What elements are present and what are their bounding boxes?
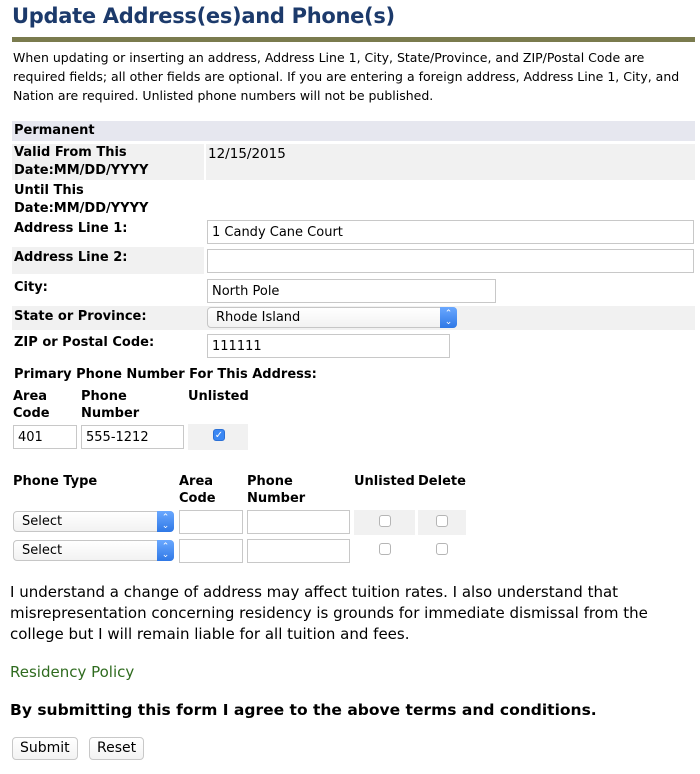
- valid-from-value: 12/15/2015: [208, 146, 286, 162]
- city-label: City:: [14, 280, 48, 295]
- address-line2-input[interactable]: [207, 249, 694, 273]
- other-phone-number-header: Phone Number: [247, 474, 306, 506]
- unlisted-header: Unlisted: [188, 389, 249, 404]
- valid-from-label: Valid From This Date:MM/DD/YYYY: [12, 144, 204, 180]
- phone-type-select-1[interactable]: Select ⌃ ⌄: [13, 511, 174, 532]
- area-code-input-1[interactable]: [179, 510, 243, 534]
- title-divider: [12, 37, 695, 42]
- page-title: Update Address(es)and Phone(s): [12, 4, 395, 28]
- instructions-text: When updating or inserting an address, A…: [13, 50, 680, 103]
- phone-number-header: Phone Number: [81, 389, 140, 421]
- updown-chevron-icon: ⌃ ⌄: [440, 307, 457, 328]
- phone-number-input-2[interactable]: [247, 539, 350, 563]
- primary-area-code-input[interactable]: [13, 425, 77, 449]
- phone-type-header: Phone Type: [13, 474, 98, 489]
- area-code-input-2[interactable]: [179, 539, 243, 563]
- updown-chevron-icon: ⌃ ⌄: [157, 511, 174, 532]
- zip-label: ZIP or Postal Code:: [14, 335, 155, 350]
- city-input[interactable]: [207, 279, 496, 303]
- delete-checkbox-1[interactable]: [436, 515, 448, 527]
- updown-chevron-icon: ⌃ ⌄: [157, 540, 174, 561]
- other-area-code-header: Area Code: [179, 474, 216, 506]
- residency-policy-link[interactable]: Residency Policy: [10, 663, 134, 681]
- agreement-text: By submitting this form I agree to the a…: [10, 701, 597, 719]
- delete-header: Delete: [418, 474, 466, 489]
- zip-input[interactable]: [207, 334, 450, 358]
- state-label: State or Province:: [14, 309, 147, 324]
- primary-phone-heading: Primary Phone Number For This Address:: [14, 367, 317, 382]
- area-code-header: Area Code: [13, 389, 50, 421]
- phone-type-select-2[interactable]: Select ⌃ ⌄: [13, 540, 174, 561]
- unlisted-checkbox-1[interactable]: [379, 515, 391, 527]
- primary-unlisted-checkbox[interactable]: ✓: [213, 429, 225, 441]
- state-select[interactable]: Rhode Island ⌃ ⌄: [207, 307, 457, 328]
- delete-checkbox-2[interactable]: [436, 543, 448, 555]
- checkmark-icon: ✓: [214, 430, 224, 441]
- submit-button[interactable]: Submit: [12, 737, 78, 760]
- other-unlisted-header: Unlisted: [354, 474, 415, 489]
- section-permanent-header: Permanent: [12, 121, 695, 141]
- address-line1-input[interactable]: [207, 220, 694, 244]
- residency-terms-text: I understand a change of address may aff…: [10, 583, 648, 643]
- address-line2-label: Address Line 2:: [12, 247, 204, 274]
- address-line1-label: Address Line 1:: [14, 221, 128, 236]
- until-date-label: Until This Date:MM/DD/YYYY: [14, 183, 149, 216]
- unlisted-checkbox-2[interactable]: [379, 543, 391, 555]
- primary-phone-input[interactable]: [81, 425, 184, 449]
- phone-number-input-1[interactable]: [247, 510, 350, 534]
- reset-button[interactable]: Reset: [89, 737, 145, 760]
